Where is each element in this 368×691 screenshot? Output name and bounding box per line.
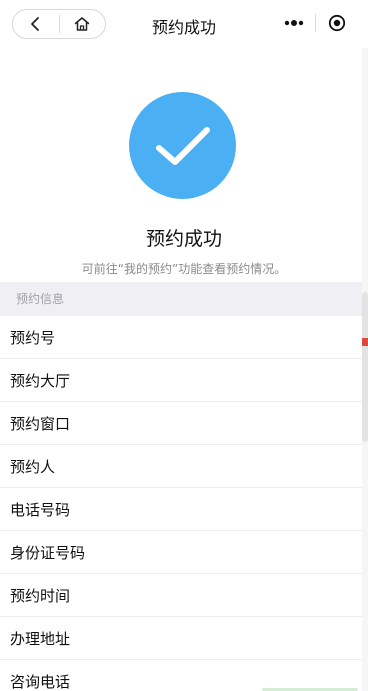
info-label: 咨询电话 <box>10 673 71 691</box>
info-row-booking-time: 预约时间 <box>0 574 362 617</box>
more-button[interactable] <box>273 8 315 38</box>
info-label: 办理地址 <box>10 629 71 648</box>
info-label: 预约人 <box>10 457 56 476</box>
success-badge <box>129 92 236 199</box>
edge-indicator <box>362 338 368 346</box>
success-title: 预约成功 <box>145 228 222 250</box>
info-row-phone-number: 电话号码 <box>0 488 362 531</box>
more-dots-icon <box>284 20 304 26</box>
info-label: 电话号码 <box>10 500 71 519</box>
back-button[interactable] <box>13 10 59 38</box>
info-row-booking-number: 预约号 <box>0 316 362 359</box>
nav-left-capsule <box>12 9 106 39</box>
section-header-booking-info: 预约信息 <box>0 282 362 316</box>
info-row-id-number: 身份证号码 <box>0 531 362 574</box>
record-circle-icon <box>328 14 346 32</box>
info-label: 预约时间 <box>10 586 71 605</box>
info-label: 预约窗口 <box>10 414 71 433</box>
info-label: 预约大厅 <box>10 371 71 390</box>
close-miniprogram-button[interactable] <box>316 8 358 38</box>
success-description: 可前往“我的预约”功能查看预约情况。 <box>81 262 287 276</box>
info-row-service-address: 办理地址 <box>0 617 362 660</box>
booking-success-page: 预约成功 预约成功 可前往“我的预约”功能查看预约情况。 预约信息 预约号 预约… <box>0 0 368 691</box>
info-label: 预约号 <box>10 328 56 347</box>
info-row-inquiry-phone: 咨询电话 <box>0 660 362 691</box>
home-button[interactable] <box>59 10 105 38</box>
info-row-booking-person: 预约人 <box>0 445 362 488</box>
booking-info-list: 预约号 预约大厅 预约窗口 预约人 电话号码 身份证号码 预约时间 办理地址 咨… <box>0 316 362 691</box>
home-icon <box>74 17 90 31</box>
info-row-booking-window: 预约窗口 <box>0 402 362 445</box>
info-row-booking-hall: 预约大厅 <box>0 359 362 402</box>
nav-right-capsule <box>273 7 359 39</box>
checkmark-icon <box>155 126 210 165</box>
scrollbar-thumb[interactable] <box>362 292 368 442</box>
top-navigation-bar: 预约成功 <box>0 0 368 48</box>
chevron-left-icon <box>30 17 39 31</box>
info-label: 身份证号码 <box>10 543 86 562</box>
